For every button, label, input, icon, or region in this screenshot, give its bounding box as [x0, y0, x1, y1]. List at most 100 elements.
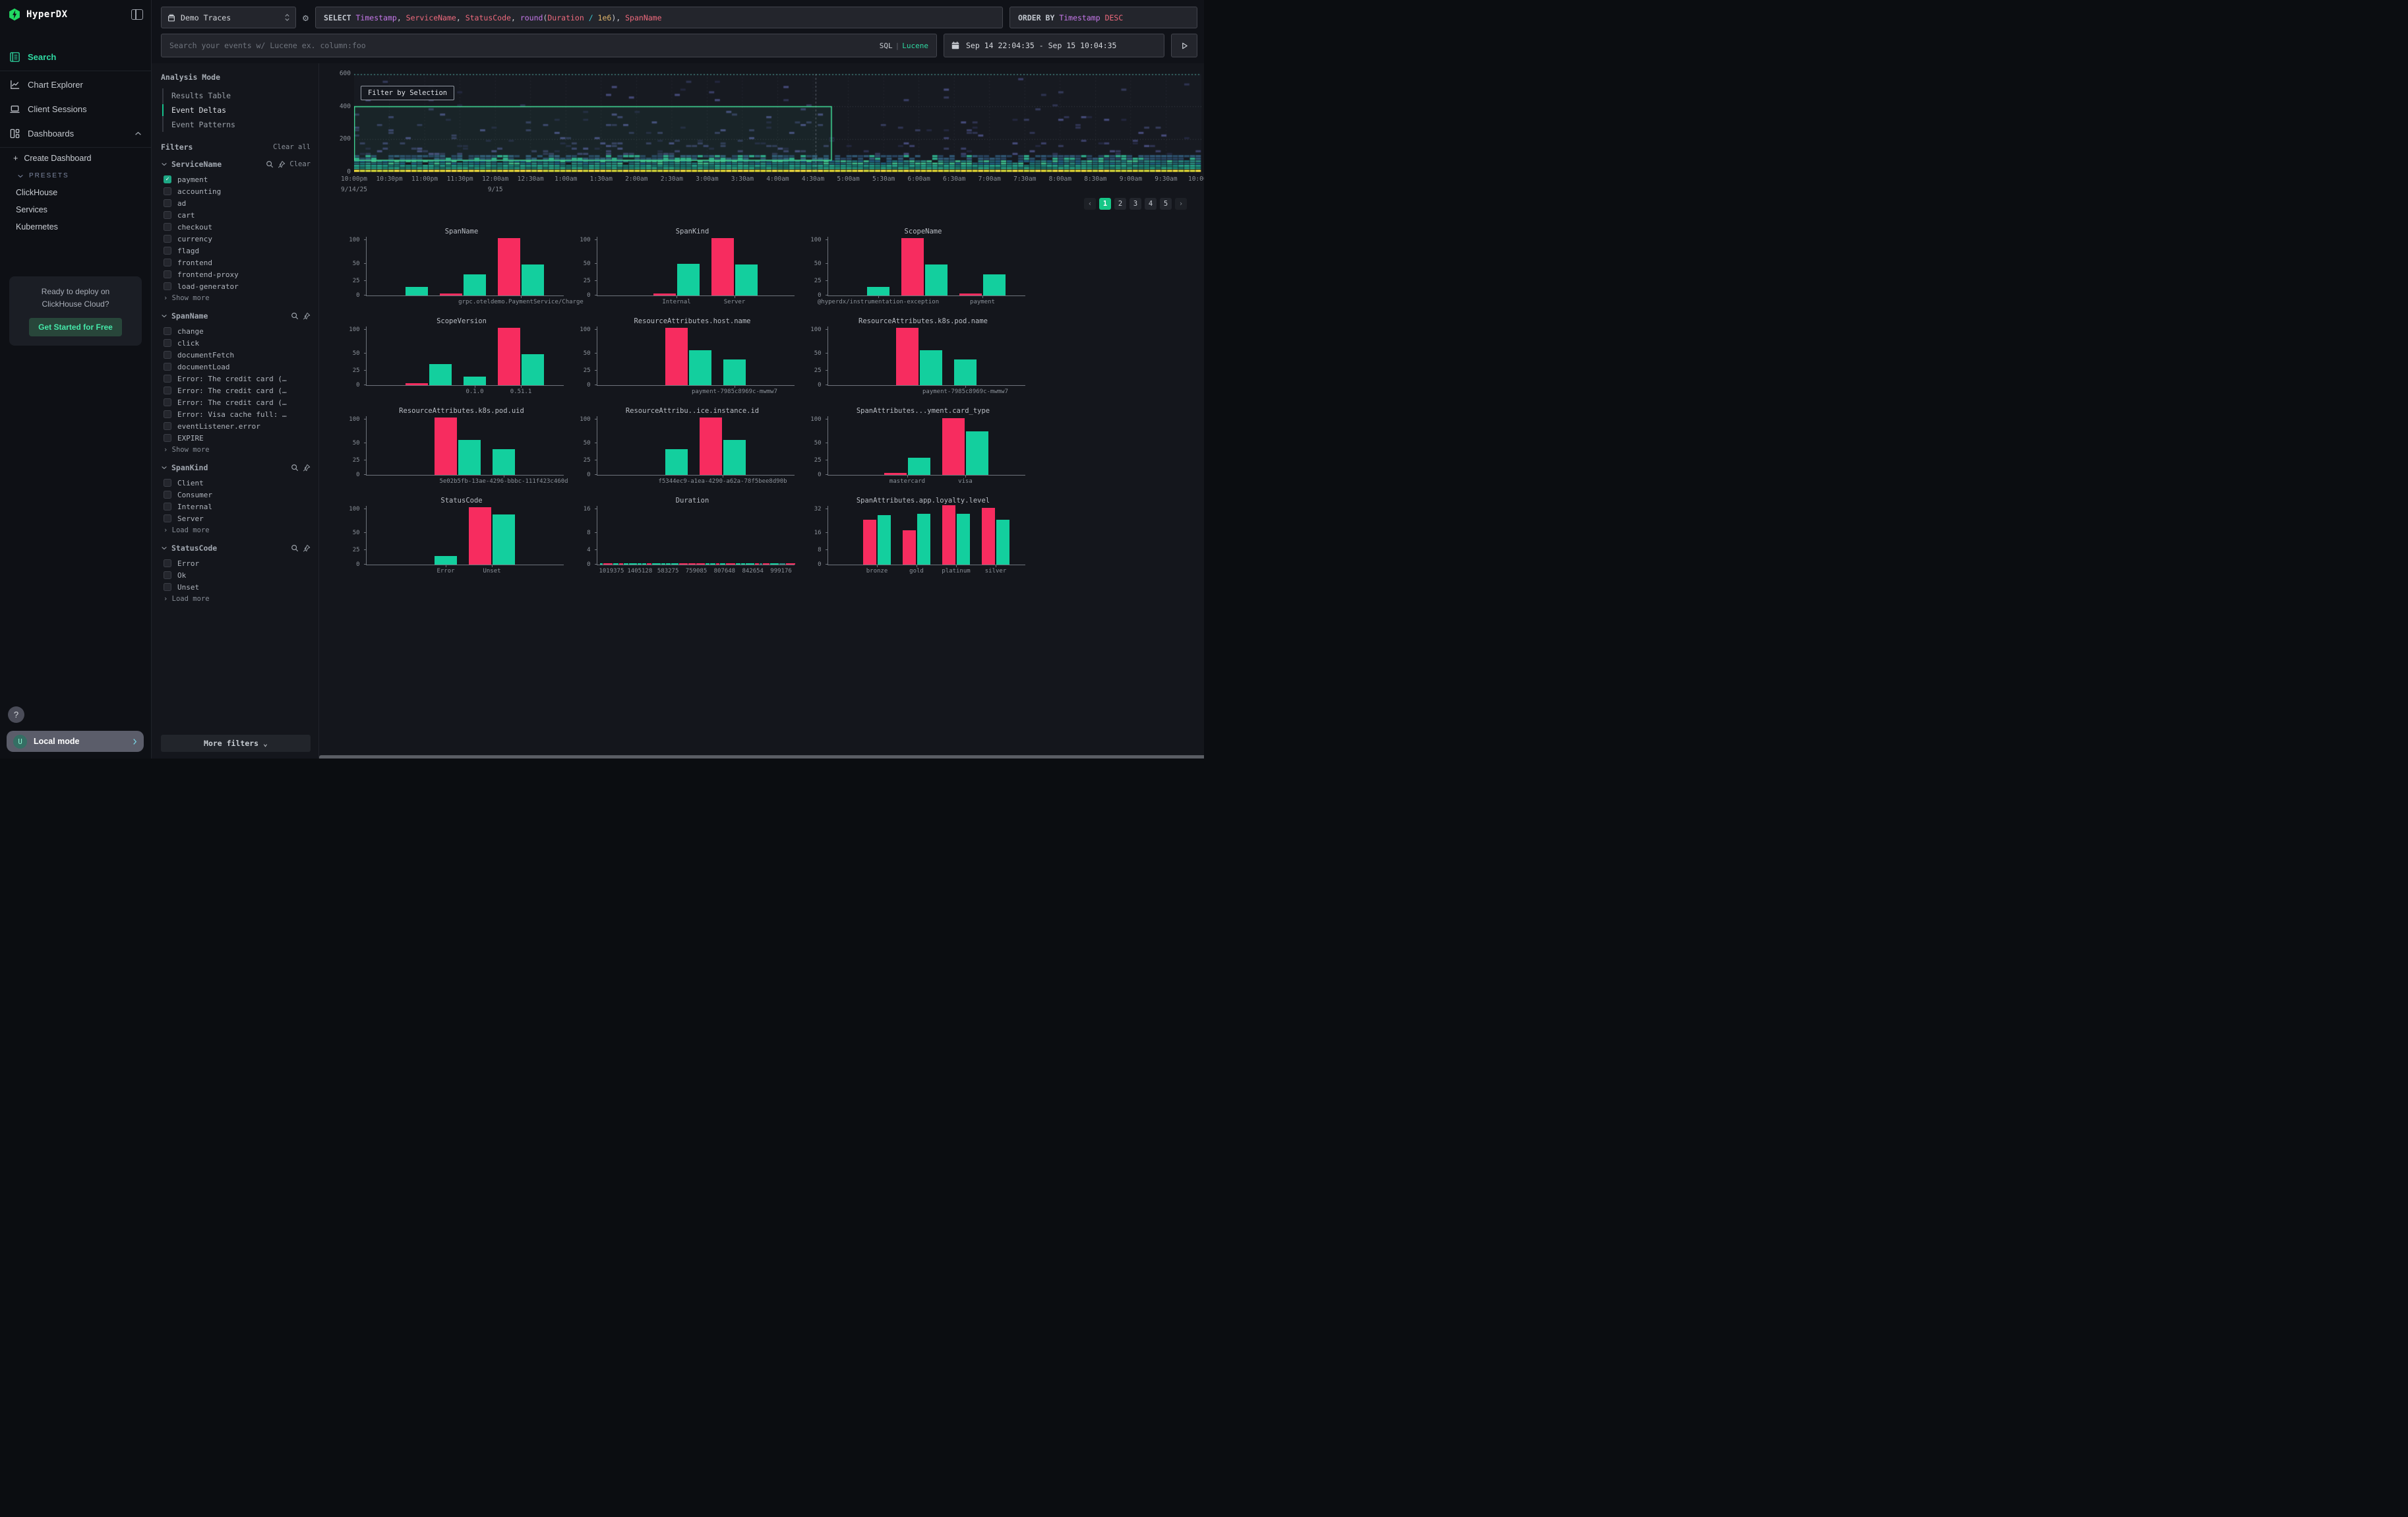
checkbox[interactable] [164, 270, 171, 278]
select-query-input[interactable]: SELECT Timestamp, ServiceName, StatusCod… [315, 7, 1003, 28]
search-icon[interactable] [291, 312, 299, 320]
filter-option[interactable]: ✓payment [161, 173, 311, 185]
checkbox[interactable] [164, 410, 171, 418]
sidebar-item-chart-explorer[interactable]: Chart Explorer [0, 73, 151, 97]
lucene-toggle[interactable]: Lucene [902, 42, 928, 50]
clear-filter-button[interactable]: Clear [289, 160, 311, 168]
filter-group-name[interactable]: SpanName [171, 311, 208, 321]
analysis-mode-event-patterns[interactable]: Event Patterns [164, 117, 311, 132]
pin-icon[interactable] [278, 160, 286, 168]
checkbox[interactable] [164, 259, 171, 266]
filter-option[interactable]: eventListener.error [161, 420, 311, 432]
filter-option[interactable]: checkout [161, 221, 311, 233]
collapse-sidebar-icon[interactable] [131, 9, 143, 20]
filter-option[interactable]: Error: The credit card (… [161, 373, 311, 385]
checkbox[interactable] [164, 398, 171, 406]
chevron-down-icon[interactable] [161, 466, 167, 470]
checkbox[interactable] [164, 422, 171, 430]
checkbox[interactable] [164, 187, 171, 195]
filter-option[interactable]: Error [161, 557, 311, 569]
create-dashboard-button[interactable]: + Create Dashboard [0, 149, 151, 168]
filter-option[interactable]: documentFetch [161, 349, 311, 361]
show-more-button[interactable]: › Load more [161, 524, 311, 534]
filter-by-selection-button[interactable]: Filter by Selection [361, 86, 454, 100]
search-input[interactable]: Search your events w/ Lucene ex. column:… [161, 34, 937, 57]
filter-option[interactable]: load-generator [161, 280, 311, 292]
event-deltas-heatmap[interactable] [354, 74, 1201, 172]
checkbox[interactable] [164, 503, 171, 511]
checkbox[interactable] [164, 235, 171, 243]
page-prev-button[interactable]: ‹ [1084, 198, 1096, 210]
checkbox[interactable] [164, 211, 171, 219]
filter-option[interactable]: click [161, 337, 311, 349]
analysis-mode-results-table[interactable]: Results Table [164, 88, 311, 103]
checkbox[interactable] [164, 559, 171, 567]
checkbox[interactable] [164, 434, 171, 442]
checkbox[interactable] [164, 387, 171, 394]
presets-toggle[interactable]: PRESETS [0, 168, 151, 184]
run-query-button[interactable] [1171, 34, 1197, 57]
checkbox[interactable] [164, 223, 171, 231]
filter-group-name[interactable]: ServiceName [171, 160, 222, 169]
filter-option[interactable]: Consumer [161, 489, 311, 501]
sidebar-item-clickhouse[interactable]: ClickHouse [0, 184, 151, 201]
order-by-input[interactable]: ORDER BY Timestamp DESC [1009, 7, 1197, 28]
page-button-5[interactable]: 5 [1160, 198, 1172, 210]
sidebar-item-dashboards[interactable]: Dashboards [0, 121, 151, 146]
help-button[interactable]: ? [8, 706, 24, 723]
checkbox[interactable] [164, 351, 171, 359]
filter-option[interactable]: ad [161, 197, 311, 209]
checkbox[interactable] [164, 479, 171, 487]
checkbox[interactable]: ✓ [164, 175, 171, 183]
more-filters-button[interactable]: More filters ⌄ [161, 735, 311, 752]
analysis-mode-event-deltas[interactable]: Event Deltas [164, 103, 311, 117]
chevron-down-icon[interactable] [161, 546, 167, 550]
filter-option[interactable]: Error: The credit card (… [161, 385, 311, 396]
clear-all-button[interactable]: Clear all [273, 143, 311, 151]
source-select[interactable]: Demo Traces [161, 7, 296, 28]
sql-toggle[interactable]: SQL [880, 42, 893, 50]
show-more-button[interactable]: › Show more [161, 444, 311, 454]
filter-option[interactable]: Unset [161, 581, 311, 593]
sidebar-item-kubernetes[interactable]: Kubernetes [0, 218, 151, 235]
date-range-picker[interactable]: Sep 14 22:04:35 - Sep 15 10:04:35 [944, 34, 1164, 57]
page-button-2[interactable]: 2 [1114, 198, 1126, 210]
horizontal-scrollbar[interactable] [319, 755, 1204, 758]
gear-icon[interactable]: ⚙ [303, 7, 309, 28]
page-button-1[interactable]: 1 [1099, 198, 1111, 210]
search-icon[interactable] [291, 464, 299, 472]
filter-option[interactable]: frontend [161, 257, 311, 268]
filter-option[interactable]: Error: The credit card (… [161, 396, 311, 408]
search-icon[interactable] [266, 160, 274, 168]
page-button-4[interactable]: 4 [1145, 198, 1157, 210]
filter-option[interactable]: Internal [161, 501, 311, 512]
filter-group-name[interactable]: SpanKind [171, 463, 208, 472]
filter-option[interactable]: change [161, 325, 311, 337]
chevron-down-icon[interactable] [161, 162, 167, 166]
filter-group-name[interactable]: StatusCode [171, 543, 217, 553]
filter-option[interactable]: accounting [161, 185, 311, 197]
show-more-button[interactable]: › Load more [161, 593, 311, 603]
page-button-3[interactable]: 3 [1129, 198, 1141, 210]
show-more-button[interactable]: › Show more [161, 292, 311, 302]
checkbox[interactable] [164, 491, 171, 499]
filter-option[interactable]: EXPIRE [161, 432, 311, 444]
checkbox[interactable] [164, 339, 171, 347]
pin-icon[interactable] [303, 464, 311, 472]
checkbox[interactable] [164, 571, 171, 579]
checkbox[interactable] [164, 363, 171, 371]
filter-option[interactable]: frontend-proxy [161, 268, 311, 280]
local-mode-button[interactable]: U Local mode [7, 731, 144, 752]
checkbox[interactable] [164, 247, 171, 255]
checkbox[interactable] [164, 327, 171, 335]
filter-option[interactable]: Client [161, 477, 311, 489]
sidebar-item-search[interactable]: Search [0, 45, 151, 69]
pin-icon[interactable] [303, 312, 311, 320]
filter-option[interactable]: flagd [161, 245, 311, 257]
filter-option[interactable]: Error: Visa cache full: … [161, 408, 311, 420]
filter-option[interactable]: Ok [161, 569, 311, 581]
filter-option[interactable]: Server [161, 512, 311, 524]
filter-option[interactable]: cart [161, 209, 311, 221]
filter-option[interactable]: currency [161, 233, 311, 245]
checkbox[interactable] [164, 375, 171, 383]
